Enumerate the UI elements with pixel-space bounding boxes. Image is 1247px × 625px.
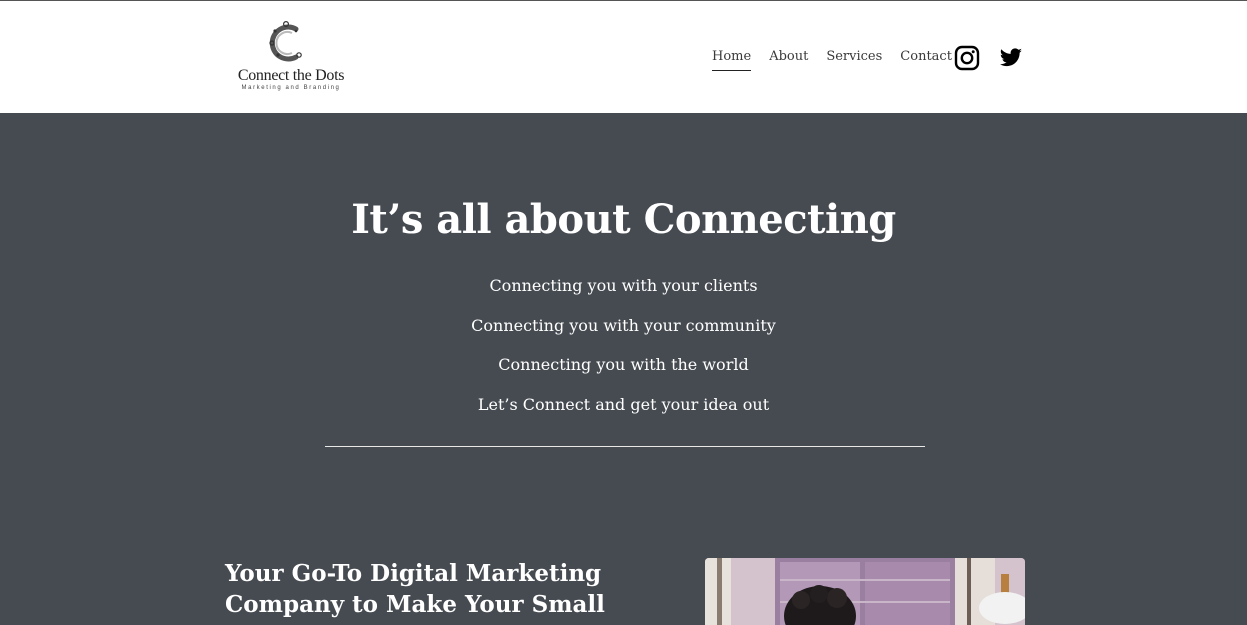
logo-tagline: Marketing and Branding — [241, 85, 341, 91]
nav-about-link[interactable]: About — [769, 47, 808, 71]
hero-line: Connecting you with your clients — [489, 276, 758, 295]
nav-home-link[interactable]: Home — [712, 47, 752, 71]
hero-taglines: Connecting you with your clients Connect… — [0, 274, 1247, 432]
hero-line: Connecting you with your community — [471, 315, 776, 335]
connect-dots-logo-icon — [269, 20, 302, 62]
section-divider — [325, 446, 925, 447]
photo-image — [705, 558, 1025, 625]
main-nav: Home About Services Contact — [712, 47, 952, 71]
hero-line: Let’s Connect and get your idea out — [477, 394, 770, 414]
hero-title: It’s all about Connecting — [351, 196, 896, 243]
logo-name: Connect the Dots — [237, 67, 345, 84]
nav-contact-link[interactable]: Contact — [900, 47, 952, 71]
instagram-icon[interactable] — [954, 45, 980, 71]
site-header: Connect the Dots Marketing and Branding … — [0, 1, 1247, 113]
intro-photo — [705, 558, 1025, 625]
twitter-icon[interactable] — [998, 45, 1024, 71]
site-logo[interactable]: Connect the Dots Marketing and Branding — [228, 17, 354, 97]
nav-services-link[interactable]: Services — [826, 47, 882, 71]
intro-heading: Your Go-To Digital Marketing Company to … — [225, 560, 605, 625]
hero-line: Connecting you with the world — [498, 355, 749, 374]
